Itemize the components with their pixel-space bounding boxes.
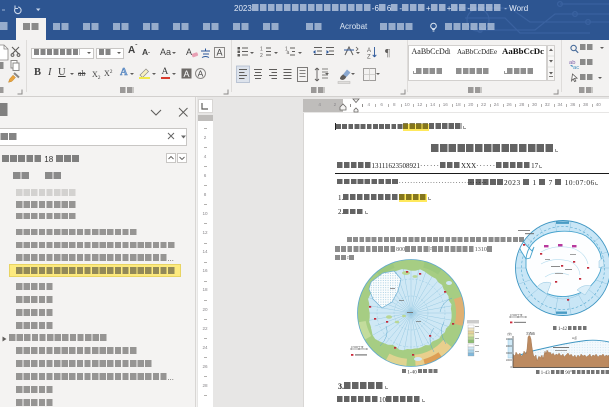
svg-text:文森峰: 文森峰 bbox=[526, 331, 535, 336]
svg-text:3000: 3000 bbox=[506, 344, 512, 348]
svg-text:2000: 2000 bbox=[506, 351, 512, 355]
svg-text:¶: ¶ bbox=[385, 47, 390, 59]
svg-text:A: A bbox=[183, 68, 189, 78]
svg-text:2: 2 bbox=[260, 53, 263, 59]
svg-text:(米): (米) bbox=[507, 331, 512, 336]
svg-text:ac: ac bbox=[573, 65, 579, 71]
svg-text:1000: 1000 bbox=[506, 358, 512, 362]
svg-text:A: A bbox=[367, 48, 371, 54]
svg-text:0 500千米: 0 500千米 bbox=[510, 314, 523, 317]
svg-text:0 500千米: 0 500千米 bbox=[351, 346, 364, 349]
svg-text:A: A bbox=[197, 68, 203, 78]
svg-text:A点: A点 bbox=[572, 335, 577, 340]
svg-text:A: A bbox=[216, 48, 222, 58]
svg-text:Z: Z bbox=[367, 55, 371, 61]
svg-text:4000: 4000 bbox=[506, 337, 512, 341]
svg-text:a: a bbox=[287, 50, 290, 56]
svg-text:1: 1 bbox=[260, 47, 263, 53]
